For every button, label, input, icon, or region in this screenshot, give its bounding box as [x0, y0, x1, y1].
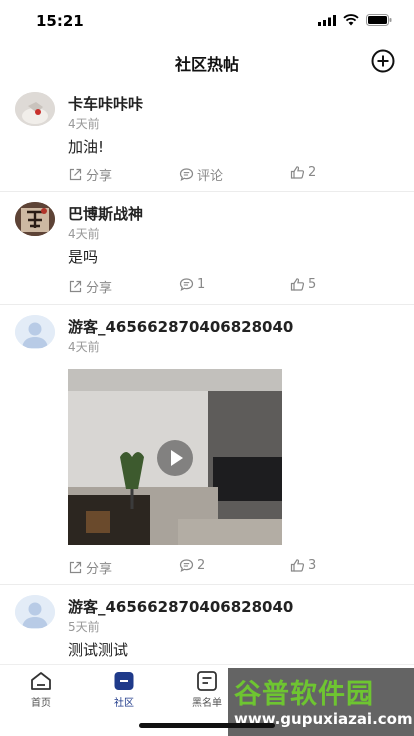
- share-icon: [69, 280, 82, 293]
- share-icon: [69, 168, 82, 181]
- post-actions: 分享 2 3: [0, 558, 414, 578]
- tab-home[interactable]: 首页: [11, 671, 71, 709]
- avatar[interactable]: [15, 595, 55, 629]
- battery-icon: [366, 14, 392, 26]
- share-label: 分享: [86, 169, 113, 184]
- status-time: 15:21: [36, 12, 84, 30]
- like-count: 5: [308, 277, 317, 292]
- comment-count: 2: [197, 558, 206, 573]
- cellular-signal-icon: [318, 14, 336, 26]
- avatar-image-icon: [15, 92, 55, 126]
- default-avatar-icon: [15, 315, 55, 349]
- comment-label: 评论: [197, 169, 224, 184]
- default-avatar-icon: [15, 595, 55, 629]
- share-label: 分享: [86, 281, 113, 296]
- post-feed[interactable]: 卡车咔咔咔 4天前 加油! 分享 评论 2 巴博斯战神 4天前 是吗 分享 1 …: [0, 82, 414, 664]
- tab-community-label: 社区: [114, 698, 134, 709]
- like-button[interactable]: 5: [290, 277, 316, 292]
- like-count: 2: [308, 165, 317, 180]
- avatar[interactable]: [15, 92, 55, 126]
- tab-community[interactable]: 社区: [94, 671, 154, 709]
- post-actions: 分享 评论 2: [0, 165, 414, 185]
- avatar[interactable]: [15, 202, 55, 236]
- share-icon: [69, 561, 82, 574]
- comment-button[interactable]: 2: [179, 558, 205, 573]
- post-card[interactable]: 卡车咔咔咔 4天前 加油! 分享 评论 2: [0, 82, 414, 192]
- post-time: 4天前: [68, 117, 100, 131]
- comment-icon: [179, 168, 194, 181]
- post-content[interactable]: 是吗: [68, 246, 98, 267]
- post-actions: 分享 1 5: [0, 277, 414, 297]
- comment-button[interactable]: 评论: [179, 165, 223, 184]
- wifi-icon: [343, 14, 359, 26]
- play-icon[interactable]: [156, 439, 194, 477]
- status-icons: [318, 14, 392, 26]
- like-button[interactable]: 3: [290, 558, 316, 573]
- comment-button[interactable]: 1: [179, 277, 205, 292]
- avatar-image-icon: [15, 202, 55, 236]
- add-post-button[interactable]: [370, 48, 396, 74]
- nav-bar: 社区热帖: [0, 40, 414, 82]
- community-icon: [114, 672, 134, 690]
- home-indicator: [139, 723, 275, 728]
- post-time: 4天前: [68, 227, 100, 241]
- avatar[interactable]: [15, 315, 55, 349]
- share-label: 分享: [86, 562, 113, 577]
- comment-count: 1: [197, 277, 206, 292]
- watermark-text: 谷普软件园: [234, 679, 374, 710]
- like-count: 3: [308, 558, 317, 573]
- comment-icon: [179, 278, 194, 291]
- home-icon: [31, 672, 51, 690]
- share-button[interactable]: 分享: [68, 277, 112, 296]
- post-author[interactable]: 游客_465662870406828040: [68, 596, 293, 617]
- comment-icon: [179, 559, 194, 572]
- thumbs-up-icon: [290, 166, 305, 179]
- thumbs-up-icon: [290, 559, 305, 572]
- post-time: 5天前: [68, 620, 100, 634]
- thumbs-up-icon: [290, 278, 305, 291]
- post-content[interactable]: 加油!: [68, 136, 104, 157]
- post-card[interactable]: 游客_465662870406828040 5天前 测试测试: [0, 585, 414, 664]
- post-time: 4天前: [68, 340, 100, 354]
- blacklist-icon: [197, 671, 217, 691]
- post-author[interactable]: 游客_465662870406828040: [68, 316, 293, 337]
- page-title: 社区热帖: [174, 55, 239, 74]
- share-button[interactable]: 分享: [68, 165, 112, 184]
- tab-home-label: 首页: [31, 698, 51, 709]
- post-card[interactable]: 游客_465662870406828040 4天前 分享 2 3: [0, 305, 414, 585]
- post-card[interactable]: 巴博斯战神 4天前 是吗 分享 1 5: [0, 192, 414, 305]
- like-button[interactable]: 2: [290, 165, 316, 180]
- post-author[interactable]: 卡车咔咔咔: [68, 93, 143, 114]
- status-bar: 15:21: [0, 0, 414, 40]
- post-content[interactable]: 测试测试: [68, 639, 128, 660]
- video-thumbnail[interactable]: [68, 369, 282, 545]
- share-button[interactable]: 分享: [68, 558, 112, 577]
- post-author[interactable]: 巴博斯战神: [68, 203, 143, 224]
